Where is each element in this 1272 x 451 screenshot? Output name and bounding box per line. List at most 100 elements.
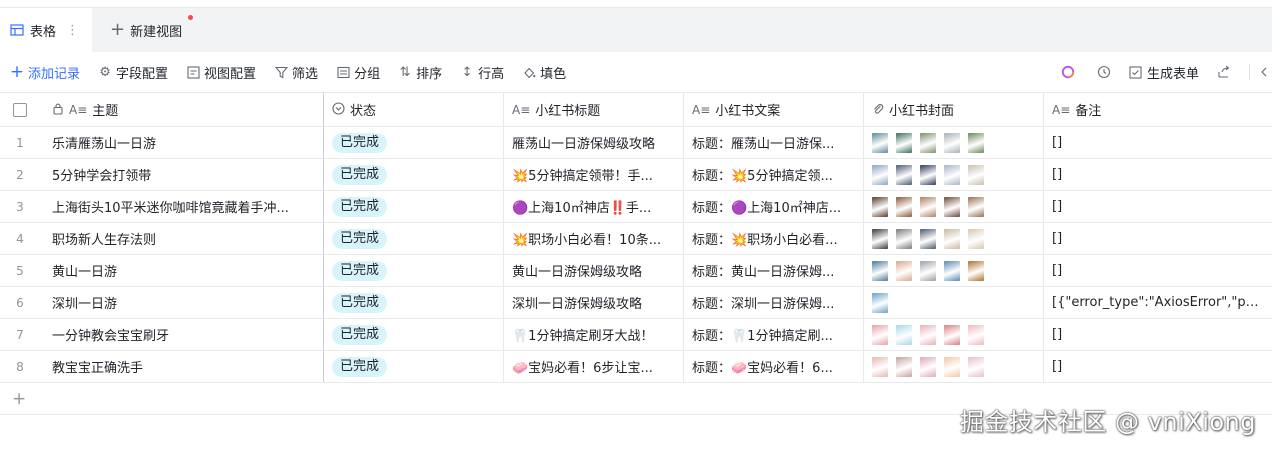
cover-thumbnail[interactable] (944, 228, 960, 249)
add-record-button[interactable]: + 添加记录 (10, 62, 80, 82)
cell-xhs-copy[interactable]: 标题：💥5分钟搞定领... (684, 159, 864, 190)
cell-subject[interactable]: 黄山一日游 (40, 255, 324, 286)
cover-thumbnail[interactable] (896, 132, 912, 153)
share-icon[interactable] (1217, 65, 1231, 79)
cell-xhs-cover[interactable] (864, 287, 1044, 318)
cover-thumbnail[interactable] (968, 228, 984, 249)
cover-thumbnail[interactable] (944, 324, 960, 345)
column-header-subject[interactable]: A≡ 主题 (40, 93, 324, 126)
cover-thumbnail[interactable] (968, 164, 984, 185)
cover-thumbnail[interactable] (920, 132, 936, 153)
column-header-xhs-title[interactable]: A≡ 小红书标题 (504, 93, 684, 126)
cover-thumbnail[interactable] (896, 228, 912, 249)
cell-status[interactable]: 已完成 (324, 255, 504, 286)
cell-subject[interactable]: 上海街头10平米迷你咖啡馆竟藏着手冲... (40, 191, 324, 222)
cover-thumbnail[interactable] (920, 164, 936, 185)
generate-form-button[interactable]: 生成表单 (1129, 63, 1199, 82)
cover-thumbnail[interactable] (944, 164, 960, 185)
filter-button[interactable]: 筛选 (274, 63, 318, 82)
group-button[interactable]: 分组 (336, 63, 380, 82)
cover-thumbnail[interactable] (872, 164, 888, 185)
cover-thumbnail[interactable] (872, 132, 888, 153)
cell-xhs-cover[interactable] (864, 223, 1044, 254)
cover-thumbnail[interactable] (944, 260, 960, 281)
table-row[interactable]: 5 黄山一日游 已完成 黄山一日游保姆级攻略 标题：黄山一日游保姆... [] (0, 255, 1272, 287)
sort-button[interactable]: ⇅ 排序 (398, 63, 442, 82)
cell-xhs-cover[interactable] (864, 319, 1044, 350)
cell-xhs-copy[interactable]: 标题：黄山一日游保姆... (684, 255, 864, 286)
cell-status[interactable]: 已完成 (324, 223, 504, 254)
cell-xhs-copy[interactable]: 标题：🟣上海10㎡神店... (684, 191, 864, 222)
cover-thumbnail[interactable] (872, 228, 888, 249)
history-icon[interactable] (1097, 65, 1111, 79)
cell-status[interactable]: 已完成 (324, 191, 504, 222)
cover-thumbnail[interactable] (872, 292, 888, 313)
cell-xhs-cover[interactable] (864, 351, 1044, 382)
cover-thumbnail[interactable] (896, 260, 912, 281)
cell-status[interactable]: 已完成 (324, 319, 504, 350)
cell-xhs-title[interactable]: 🟣上海10㎡神店‼️手... (504, 191, 684, 222)
table-row[interactable]: 7 一分钟教会宝宝刷牙 已完成 🦷1分钟搞定刷牙大战！ 标题：🦷1分钟搞定刷... [] (0, 319, 1272, 351)
column-header-status[interactable]: 状态 (324, 93, 504, 126)
cell-subject[interactable]: 深圳一日游 (40, 287, 324, 318)
undo-icon[interactable] (1258, 65, 1272, 79)
cell-note[interactable]: [] (1044, 159, 1272, 190)
cell-note[interactable]: [] (1044, 127, 1272, 158)
cell-xhs-title[interactable]: 雁荡山一日游保姆级攻略 (504, 127, 684, 158)
cell-xhs-cover[interactable] (864, 159, 1044, 190)
cell-xhs-cover[interactable] (864, 127, 1044, 158)
cell-note[interactable]: [] (1044, 191, 1272, 222)
view-config-button[interactable]: 视图配置 (186, 63, 256, 82)
cover-thumbnail[interactable] (896, 164, 912, 185)
cell-xhs-copy[interactable]: 标题：深圳一日游保姆... (684, 287, 864, 318)
cell-status[interactable]: 已完成 (324, 159, 504, 190)
cover-thumbnail[interactable] (944, 132, 960, 153)
row-height-button[interactable]: ↕ 行高 (460, 63, 504, 82)
cover-thumbnail[interactable] (920, 324, 936, 345)
cell-xhs-cover[interactable] (864, 191, 1044, 222)
cover-thumbnail[interactable] (896, 324, 912, 345)
fill-color-button[interactable]: 填色 (522, 63, 566, 82)
cover-thumbnail[interactable] (896, 356, 912, 377)
cell-subject[interactable]: 一分钟教会宝宝刷牙 (40, 319, 324, 350)
cell-xhs-cover[interactable] (864, 255, 1044, 286)
cell-subject[interactable]: 职场新人生存法则 (40, 223, 324, 254)
cell-xhs-title[interactable]: 深圳一日游保姆级攻略 (504, 287, 684, 318)
cover-thumbnail[interactable] (944, 356, 960, 377)
new-view-button[interactable]: + 新建视图 (110, 8, 182, 52)
ai-assistant-icon[interactable] (1061, 65, 1075, 79)
table-row[interactable]: 6 深圳一日游 已完成 深圳一日游保姆级攻略 标题：深圳一日游保姆... [{"error… (0, 287, 1272, 319)
table-row[interactable]: 3 上海街头10平米迷你咖啡馆竟藏着手冲... 已完成 🟣上海10㎡神店‼️手... 标… (0, 191, 1272, 223)
cell-xhs-title[interactable]: 黄山一日游保姆级攻略 (504, 255, 684, 286)
select-all-cell[interactable] (0, 93, 40, 126)
cover-thumbnail[interactable] (920, 356, 936, 377)
cell-xhs-title[interactable]: 🧼宝妈必看！6步让宝... (504, 351, 684, 382)
column-header-xhs-cover[interactable]: 小红书封面 (864, 93, 1044, 126)
cell-subject[interactable]: 5分钟学会打领带 (40, 159, 324, 190)
tab-table-view[interactable]: 表格 ⋮ (0, 8, 92, 52)
cell-xhs-copy[interactable]: 标题：🧼宝妈必看！6... (684, 351, 864, 382)
cover-thumbnail[interactable] (968, 260, 984, 281)
cover-thumbnail[interactable] (944, 196, 960, 217)
table-row[interactable]: 2 5分钟学会打领带 已完成 💥5分钟搞定领带！手... 标题：💥5分钟搞定领... [] (0, 159, 1272, 191)
cell-subject[interactable]: 教宝宝正确洗手 (40, 351, 324, 382)
cover-thumbnail[interactable] (968, 324, 984, 345)
cover-thumbnail[interactable] (872, 260, 888, 281)
cover-thumbnail[interactable] (872, 324, 888, 345)
cell-xhs-title[interactable]: 💥职场小白必看！10条... (504, 223, 684, 254)
cell-status[interactable]: 已完成 (324, 127, 504, 158)
table-row[interactable]: 8 教宝宝正确洗手 已完成 🧼宝妈必看！6步让宝... 标题：🧼宝妈必看！6... [] (0, 351, 1272, 383)
table-row[interactable]: 4 职场新人生存法则 已完成 💥职场小白必看！10条... 标题：💥职场小白必看... [… (0, 223, 1272, 255)
cell-xhs-copy[interactable]: 标题：雁荡山一日游保... (684, 127, 864, 158)
cell-note[interactable]: [] (1044, 223, 1272, 254)
cover-thumbnail[interactable] (896, 196, 912, 217)
table-row[interactable]: 1 乐清雁荡山一日游 已完成 雁荡山一日游保姆级攻略 标题：雁荡山一日游保... [] (0, 127, 1272, 159)
cell-status[interactable]: 已完成 (324, 351, 504, 382)
cover-thumbnail[interactable] (920, 260, 936, 281)
column-header-note[interactable]: A≡ 备注 (1044, 93, 1272, 126)
cell-xhs-title[interactable]: 🦷1分钟搞定刷牙大战！ (504, 319, 684, 350)
cell-xhs-copy[interactable]: 标题：💥职场小白必看... (684, 223, 864, 254)
cover-thumbnail[interactable] (920, 196, 936, 217)
cell-status[interactable]: 已完成 (324, 287, 504, 318)
cover-thumbnail[interactable] (968, 356, 984, 377)
